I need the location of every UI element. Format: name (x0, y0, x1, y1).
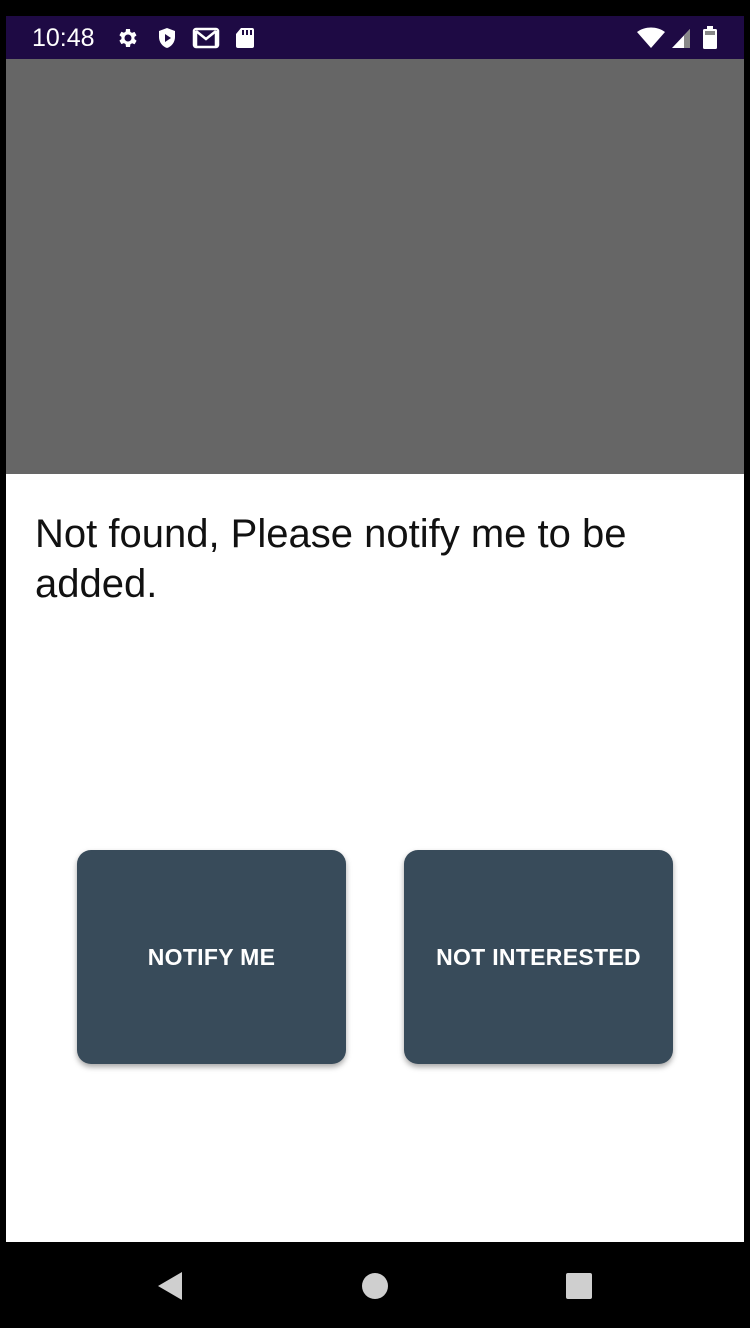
shield-icon (154, 26, 180, 50)
navigation-bar (0, 1242, 750, 1328)
home-icon[interactable] (355, 1266, 395, 1306)
battery-icon (702, 26, 718, 50)
gmail-icon (192, 26, 220, 50)
image-placeholder (6, 59, 744, 474)
app-content: Not found, Please notify me to be added.… (6, 59, 744, 1242)
not-interested-label: NOT INTERESTED (436, 943, 641, 970)
notify-me-button[interactable]: NOTIFY ME (77, 850, 346, 1064)
recents-icon[interactable] (559, 1266, 599, 1306)
wifi-icon (636, 26, 666, 50)
settings-icon (114, 26, 140, 50)
back-icon[interactable] (150, 1266, 190, 1306)
device-screen: 10:48 Not found, Please notify me to be … (0, 0, 750, 1328)
sd-card-icon (234, 26, 256, 50)
not-interested-button[interactable]: NOT INTERESTED (404, 850, 673, 1064)
not-found-message: Not found, Please notify me to be added. (35, 512, 627, 606)
notify-me-label: NOTIFY ME (147, 943, 276, 970)
cellular-signal-icon (670, 26, 692, 50)
status-bar: 10:48 (6, 16, 744, 59)
status-time: 10:48 (32, 24, 95, 52)
